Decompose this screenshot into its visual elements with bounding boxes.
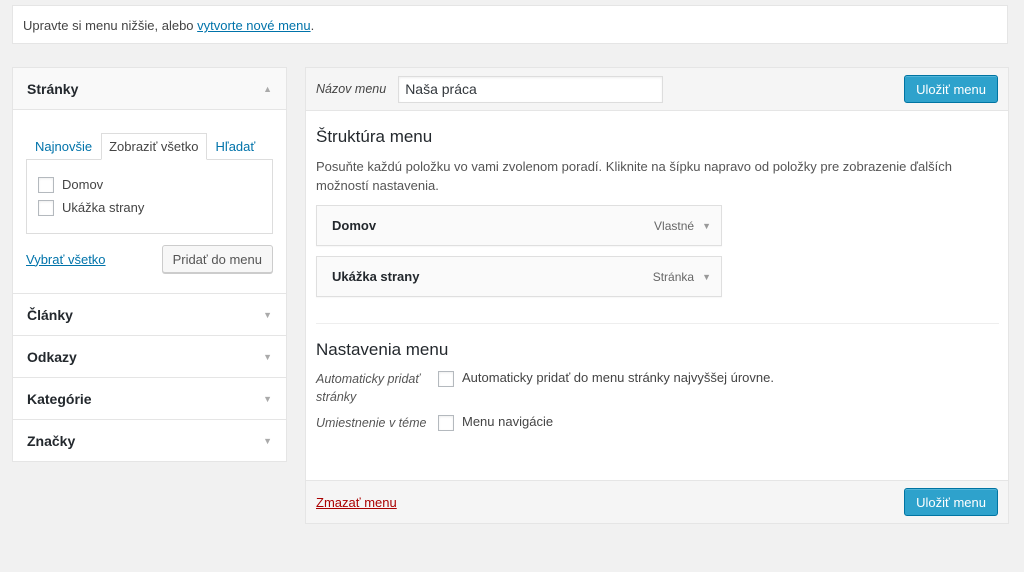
collapse-arrow-icon: ▲ xyxy=(263,83,272,94)
tab-search[interactable]: Hľadať xyxy=(207,139,265,159)
notice-text: Upravte si menu nižšie, alebo xyxy=(23,18,198,33)
accordion-section-links: Odkazy ▼ xyxy=(13,336,286,378)
save-menu-button-top[interactable]: Uložiť menu xyxy=(904,75,998,103)
menu-structure-description: Posuňte každú položku vo vami zvolenom p… xyxy=(316,159,952,193)
select-all-link[interactable]: Vybrať všetko xyxy=(26,252,106,267)
pages-checklist: Domov Ukážka strany xyxy=(26,159,273,234)
menu-item-type: Stránka xyxy=(652,269,695,284)
accordion-header-categories[interactable]: Kategórie ▼ xyxy=(13,378,286,419)
menu-item-home[interactable]: Domov Vlastné ▼ xyxy=(316,205,722,246)
menu-structure-title: Štruktúra menu xyxy=(316,127,433,146)
menu-notice: Upravte si menu nižšie, alebo vytvorte n… xyxy=(12,5,1008,44)
accordion-header-pages[interactable]: Stránky ▲ xyxy=(13,68,286,110)
page-label: Ukážka strany xyxy=(62,200,145,215)
accordion-title: Kategórie xyxy=(27,390,92,407)
expand-arrow-icon: ▼ xyxy=(263,309,272,320)
chevron-down-icon[interactable]: ▼ xyxy=(702,272,711,282)
accordion-header-tags[interactable]: Značky ▼ xyxy=(13,420,286,461)
accordion-title: Odkazy xyxy=(27,348,77,365)
location-text: Menu navigácie xyxy=(462,414,554,429)
list-item: Domov xyxy=(38,173,261,196)
pages-tabs: Najnovšie Zobraziť všetko Hľadať xyxy=(26,133,273,160)
menu-item-sample-page[interactable]: Ukážka strany Stránka ▼ xyxy=(316,256,722,297)
menu-edit-panel: Názov menu Uložiť menu Štruktúra menu Po… xyxy=(305,67,1009,524)
list-item: Ukážka strany xyxy=(38,196,261,219)
accordion-section-pages: Stránky ▲ Najnovšie Zobraziť všetko Hľad… xyxy=(13,68,286,294)
create-new-menu-link[interactable]: vytvorte nové menu xyxy=(197,18,310,33)
divider xyxy=(316,323,999,324)
navigation-menu-checkbox[interactable] xyxy=(438,415,454,431)
chevron-down-icon[interactable]: ▼ xyxy=(702,221,711,231)
auto-add-setting: Automaticky pridať stránky Automaticky p… xyxy=(316,370,998,406)
menu-footer: Zmazať menu Uložiť menu xyxy=(306,480,1008,523)
menu-item-type: Vlastné xyxy=(654,218,695,233)
tab-latest[interactable]: Najnovšie xyxy=(26,139,101,159)
auto-add-text: Automaticky pridať do menu stránky najvy… xyxy=(462,370,774,385)
pages-panel: Najnovšie Zobraziť všetko Hľadať Domov U… xyxy=(13,110,286,293)
accordion-header-posts[interactable]: Články ▼ xyxy=(13,294,286,335)
add-to-menu-button[interactable]: Pridať do menu xyxy=(161,245,273,273)
location-setting: Umiestnenie v téme Menu navigácie xyxy=(316,414,998,432)
menu-settings-title: Nastavenia menu xyxy=(316,340,449,359)
accordion-section-categories: Kategórie ▼ xyxy=(13,378,286,420)
page-checkbox-home[interactable] xyxy=(38,176,54,193)
location-field: Menu navigácie xyxy=(438,414,553,432)
location-label: Umiestnenie v téme xyxy=(316,416,427,430)
menu-name-input[interactable] xyxy=(398,75,664,103)
accordion-title: Značky xyxy=(27,432,76,449)
menu-body: Štruktúra menu Posuňte každú položku vo … xyxy=(306,127,1008,432)
auto-add-field: Automaticky pridať do menu stránky najvy… xyxy=(438,370,774,406)
accordion-title: Stránky xyxy=(27,80,79,97)
delete-menu-link[interactable]: Zmazať menu xyxy=(316,495,397,510)
expand-arrow-icon: ▼ xyxy=(263,351,272,362)
menu-header: Názov menu Uložiť menu xyxy=(306,68,1008,111)
auto-add-checkbox[interactable] xyxy=(438,371,454,387)
add-items-accordion: Stránky ▲ Najnovšie Zobraziť všetko Hľad… xyxy=(12,67,287,462)
expand-arrow-icon: ▼ xyxy=(263,435,272,446)
pages-actions: Vybrať všetko Pridať do menu xyxy=(26,245,273,273)
menu-item-title: Domov xyxy=(332,218,377,233)
accordion-section-posts: Články ▼ xyxy=(13,294,286,336)
menu-name-label: Názov menu xyxy=(316,82,387,96)
accordion-section-tags: Značky ▼ xyxy=(13,420,286,461)
auto-add-label: Automaticky pridať stránky xyxy=(316,372,420,404)
menu-item-title: Ukážka strany xyxy=(332,269,420,284)
page-checkbox-sample[interactable] xyxy=(38,199,54,216)
save-menu-button-bottom[interactable]: Uložiť menu xyxy=(904,488,998,516)
accordion-title: Články xyxy=(27,306,73,323)
tab-view-all[interactable]: Zobraziť všetko xyxy=(101,133,207,160)
expand-arrow-icon: ▼ xyxy=(263,393,272,404)
notice-suffix: . xyxy=(310,18,315,33)
page-label: Domov xyxy=(62,177,104,192)
accordion-header-links[interactable]: Odkazy ▼ xyxy=(13,336,286,377)
